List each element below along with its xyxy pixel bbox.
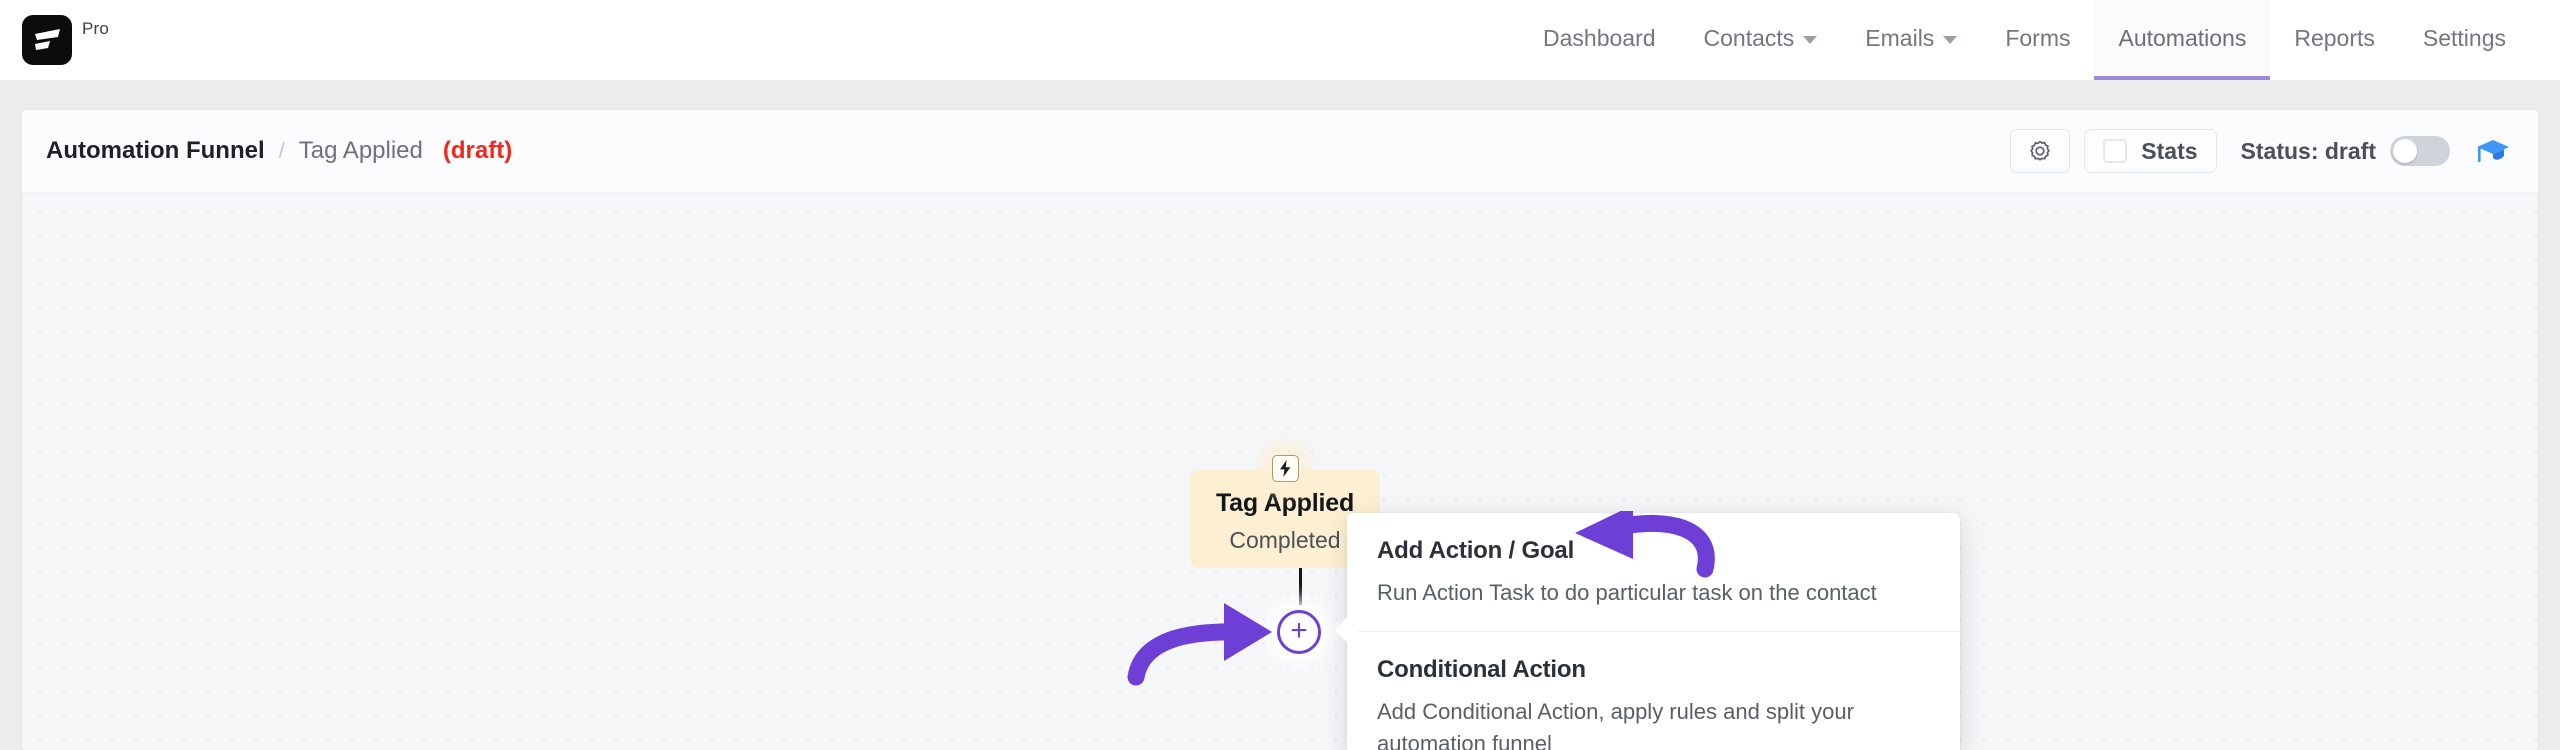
nav-item-dashboard[interactable]: Dashboard [1519,0,1680,80]
nav-label: Automations [2118,24,2247,51]
nav-label: Emails [1865,24,1935,51]
stats-checkbox[interactable] [2103,139,2128,163]
editor-toolbar: Automation Funnel / Tag Applied (draft) … [22,110,2538,193]
menu-item-description: Add Conditional Action, apply rules and … [1377,698,1854,750]
menu-item-title: Conditional Action [1377,655,1586,683]
nav-item-emails[interactable]: Emails [1841,0,1981,80]
plus-icon: + [1290,613,1308,647]
nav-item-automations[interactable]: Automations [2094,0,2271,80]
menu-item-description: Run Action Task to do particular task on… [1377,580,1877,605]
breadcrumb-separator: / [278,138,285,163]
menu-item-add-action-goal[interactable]: Add Action / Goal Run Action Task to do … [1347,513,1960,609]
automation-editor-card: Automation Funnel / Tag Applied (draft) … [22,110,2538,750]
nav-item-reports[interactable]: Reports [2270,0,2399,80]
breadcrumb-root[interactable]: Automation Funnel [46,137,265,165]
add-node-button[interactable]: + [1277,610,1321,654]
menu-item-conditional-action[interactable]: Conditional Action Add Conditional Actio… [1347,630,1960,750]
nav-label: Reports [2294,24,2375,51]
nav-label: Forms [2005,24,2071,51]
breadcrumb-current: Tag Applied [298,137,423,164]
app-header: Pro Dashboard Contacts Emails Forms Auto… [0,0,2560,80]
lightning-bolt-icon [1272,455,1299,482]
help-button[interactable] [2476,136,2510,166]
nav-label: Contacts [1703,24,1795,51]
stats-label: Stats [2141,137,2198,164]
nav-item-contacts[interactable]: Contacts [1680,0,1842,80]
nav-label: Settings [2422,24,2506,51]
status-badge: (draft) [442,137,513,164]
breadcrumb: Automation Funnel / Tag Applied (draft) [46,137,512,165]
graduation-cap-icon [2477,140,2509,162]
stats-button[interactable]: Stats [2084,129,2217,173]
node-connector-line [1299,568,1302,605]
trigger-node-title: Tag Applied [1215,488,1355,517]
nav-item-forms[interactable]: Forms [1981,0,2094,80]
trigger-node-subtitle: Completed [1229,526,1341,553]
nav-label: Dashboard [1543,24,1656,51]
toolbar-actions: Stats Status: draft [2010,129,2510,173]
brand-pro-label: Pro [82,19,110,38]
chevron-down-icon [1943,36,1958,44]
status-toggle[interactable] [2390,136,2450,166]
main-nav: Dashboard Contacts Emails Forms Automati… [1519,0,2530,80]
automation-canvas[interactable]: Tag Applied Completed + Add Action / Goa… [22,193,2538,750]
chevron-down-icon [1803,36,1818,44]
settings-button[interactable] [2010,129,2071,173]
fluent-logo-icon [22,15,72,65]
add-node-menu: Add Action / Goal Run Action Task to do … [1334,513,1960,750]
gear-icon [2030,140,2051,161]
brand: Pro [22,15,109,65]
menu-item-title: Add Action / Goal [1377,537,1575,564]
status-label: Status: draft [2240,137,2376,164]
toggle-knob [2393,139,2417,163]
nav-item-settings[interactable]: Settings [2399,0,2530,80]
